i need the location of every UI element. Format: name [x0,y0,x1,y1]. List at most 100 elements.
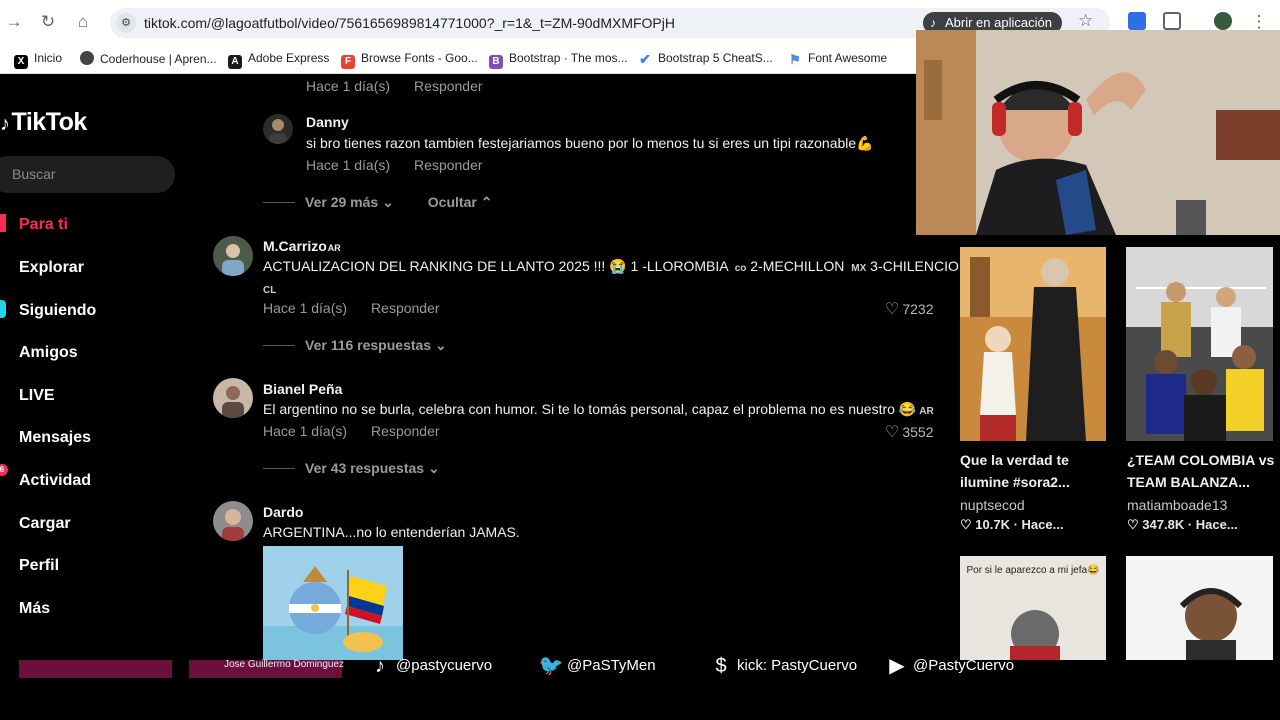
heart-icon: ♡ [885,424,900,441]
nav-mas[interactable]: Más [0,598,50,628]
chevron-down-icon: ⌄ [427,460,440,476]
like-count: 3552 [902,424,934,440]
divider [263,468,295,469]
reply-button[interactable]: Responder [414,157,483,173]
reply-button[interactable]: Responder [414,78,483,94]
search-input[interactable]: Buscar [0,156,175,193]
bookmark-font-awesome[interactable]: ⚑ Font Awesome [788,51,887,67]
video-author[interactable]: nuptsecod [960,497,1025,513]
nav-perfil[interactable]: Perfil [0,555,59,585]
comment-text: ARGENTINA...no lo entenderían JAMAS. [263,524,520,540]
forward-icon[interactable]: → [3,11,25,33]
video-author[interactable]: matiamboade13 [1127,497,1227,513]
nav-mensajes[interactable]: Mensajes [0,427,91,457]
bookmark-bootstrap-cheatsheet[interactable]: ✔ Bootstrap 5 CheatS... [638,51,773,66]
profile-avatar[interactable] [1214,12,1232,30]
replies-toggle: Ver 43 respuestas ⌄ [263,460,440,477]
comment-meta: Hace 1 día(s) Responder [306,78,483,94]
twitter-icon: 🐦 [538,655,564,677]
video-title[interactable]: Que la verdad te ilumine #sora2... [960,449,1108,493]
bookmark-bootstrap[interactable]: B Bootstrap · The mos... [489,51,628,69]
dollar-icon: $ [715,655,727,677]
x-icon: X [14,55,28,69]
nav-live[interactable]: LIVE [0,385,55,415]
comment-author[interactable]: Danny [306,114,349,130]
nav-amigos[interactable]: Amigos [0,342,78,372]
heart-icon: ♡ [1127,517,1139,532]
url-text[interactable]: tiktok.com/@lagoatfutbol/video/756165698… [144,15,675,31]
flag-badge: AR [327,243,341,253]
video-stats: ♡ 10.7K · Hace... [960,517,1064,532]
chevron-up-icon: ⌃ [480,194,493,210]
heart-icon: ♡ [960,517,972,532]
flag-icon: ⚑ [789,52,801,67]
comment-image[interactable] [263,546,403,660]
hide-replies-button[interactable]: Ocultar ⌃ [428,194,493,210]
avatar[interactable] [213,236,253,276]
like-count: 7232 [902,301,934,317]
comment-author[interactable]: M.CarrizoAR [263,238,341,254]
avatar[interactable] [263,114,293,144]
replies-toggle: Ver 116 respuestas ⌄ [263,337,447,354]
like-button[interactable]: ♡ 7232 [885,299,934,319]
profile-icon [0,555,6,573]
view-replies-button[interactable]: Ver 116 respuestas ⌄ [305,337,447,353]
open-in-app-label: Abrir en aplicación [945,15,1052,30]
nav-para-ti[interactable]: Para ti [0,214,68,244]
video-thumbnail[interactable]: Por si le aparezco a mi jefa😂 [960,556,1106,660]
extension-icon[interactable] [1128,12,1146,30]
tiktok-logo[interactable]: ♪TikTok [0,108,87,137]
video-thumbnail[interactable] [960,247,1106,441]
comment-author[interactable]: Bianel Peña [263,381,342,397]
following-icon [0,300,6,318]
view-replies-button[interactable]: Ver 43 respuestas ⌄ [305,460,440,476]
comment-meta: Hace 1 día(s) Responder [263,423,440,439]
social-youtube: ▶ @PastyCuervo [884,653,1014,679]
heart-icon: ♡ [885,301,900,318]
comment-text: El argentino no se burla, celebra con hu… [263,401,934,417]
live-icon [0,385,6,403]
social-tiktok: ♪ @pastycuervo [367,653,492,679]
flag-badge: CL [263,285,277,296]
adobe-icon: A [228,55,242,69]
nav-explorar[interactable]: Explorar [0,257,84,287]
overlay-bar [19,660,172,678]
reload-icon[interactable]: ↻ [37,11,59,33]
comment-time: Hace 1 día(s) [306,78,391,94]
video-stats: ♡ 347.8K · Hace... [1127,517,1238,532]
like-button[interactable]: ♡ 3552 [885,422,934,442]
bookmark-adobe-express[interactable]: A Adobe Express [228,51,329,69]
home-icon[interactable]: ⌂ [72,11,94,33]
video-thumbnail[interactable] [1126,247,1273,441]
divider [263,345,295,346]
video-title[interactable]: ¿TEAM COLOMBIA vs TEAM BALANZA... [1127,449,1275,493]
view-more-button[interactable]: Ver 29 más ⌄ [305,194,394,210]
bookmark-google-fonts[interactable]: F Browse Fonts - Goo... [341,51,478,69]
more-icon [0,598,6,616]
social-kick: $ kick: PastyCuervo [708,653,857,679]
comment-text-overflow: CL [263,280,276,296]
bookmark-coderhouse[interactable]: Coderhouse | Apren... [80,51,217,66]
bookmark-inicio[interactable]: X Inicio [14,51,62,69]
flag-badge: MX [851,263,867,274]
reply-button[interactable]: Responder [371,423,440,439]
avatar[interactable] [213,378,253,418]
comment-author[interactable]: Dardo [263,504,303,520]
comment-time: Hace 1 día(s) [263,300,348,316]
comment-meta: Hace 1 día(s) Responder [263,300,440,316]
nav-actividad[interactable]: 6 Actividad [0,464,91,500]
reply-button[interactable]: Responder [371,300,440,316]
site-info-icon[interactable]: ⚙ [116,13,136,33]
nav-siguiendo[interactable]: Siguiendo [0,300,96,330]
bookmark-star-icon[interactable]: ☆ [1078,11,1093,31]
upload-icon [0,513,6,531]
nav-cargar[interactable]: Cargar [0,513,71,543]
comment-time: Hace 1 día(s) [263,423,348,439]
video-thumbnail[interactable] [1126,556,1273,660]
webcam-feed [916,30,1280,235]
extensions-puzzle-icon[interactable] [1163,12,1181,30]
avatar[interactable] [213,501,253,541]
tiktok-note-icon: ♪ [0,113,10,135]
google-fonts-icon: F [341,55,355,69]
chevron-down-icon: ⌄ [435,337,447,353]
